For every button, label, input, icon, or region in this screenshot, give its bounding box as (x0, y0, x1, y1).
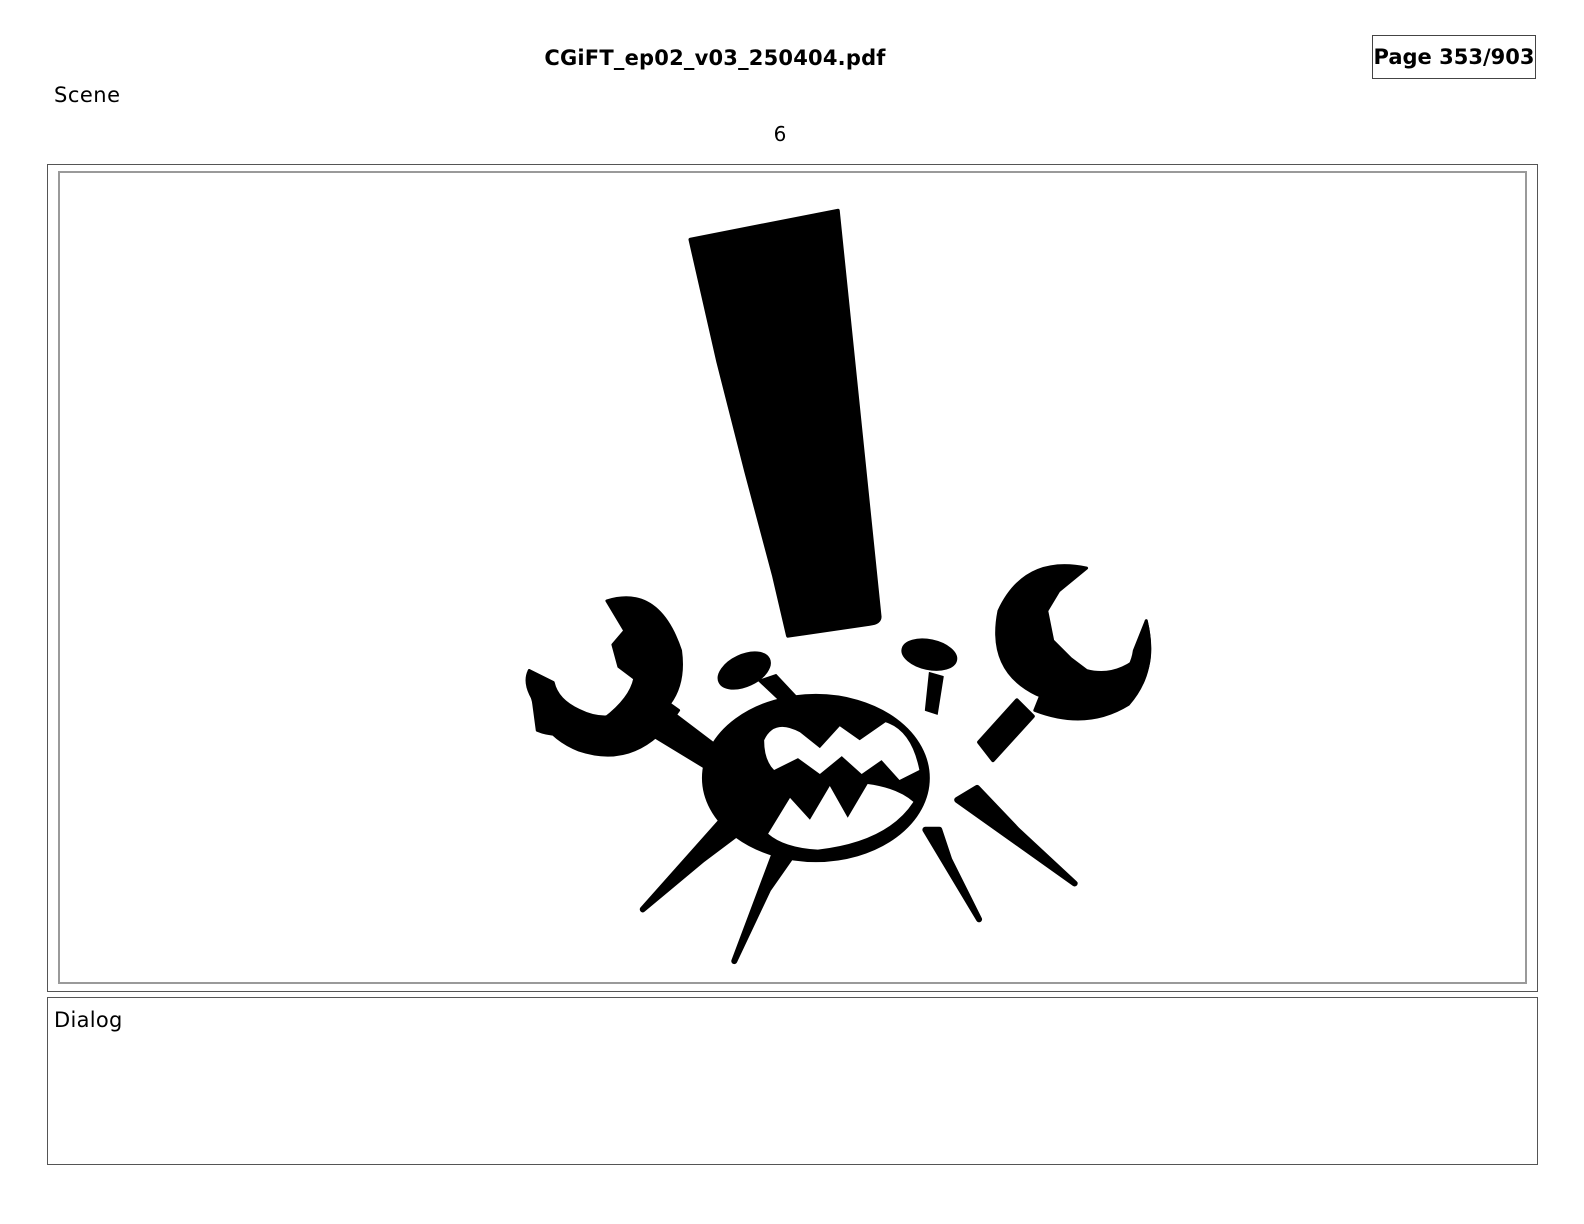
document-filename: CGiFT_ep02_v03_250404.pdf (544, 46, 886, 70)
page-indicator: Page 353/903 (1372, 35, 1536, 79)
exclamation-mark (688, 208, 882, 638)
page-indicator-text: Page 353/903 (1373, 45, 1535, 69)
crab-leg-left-front (639, 816, 746, 913)
dialog-box: Dialog (47, 997, 1538, 1165)
storyboard-panel (58, 171, 1527, 984)
dialog-label: Dialog (54, 1008, 123, 1032)
crab-leg-right-front (954, 784, 1078, 887)
scene-label: Scene (54, 83, 121, 107)
crab-exclamation-illustration (525, 208, 1152, 965)
scene-number: 6 (773, 122, 787, 146)
crab-eye-right (901, 638, 958, 671)
crab-arm-right (977, 698, 1035, 763)
crab-eyestalk-right (924, 672, 944, 715)
crab-leg-right-back (922, 826, 983, 923)
crab-leg-left-back (731, 846, 799, 965)
